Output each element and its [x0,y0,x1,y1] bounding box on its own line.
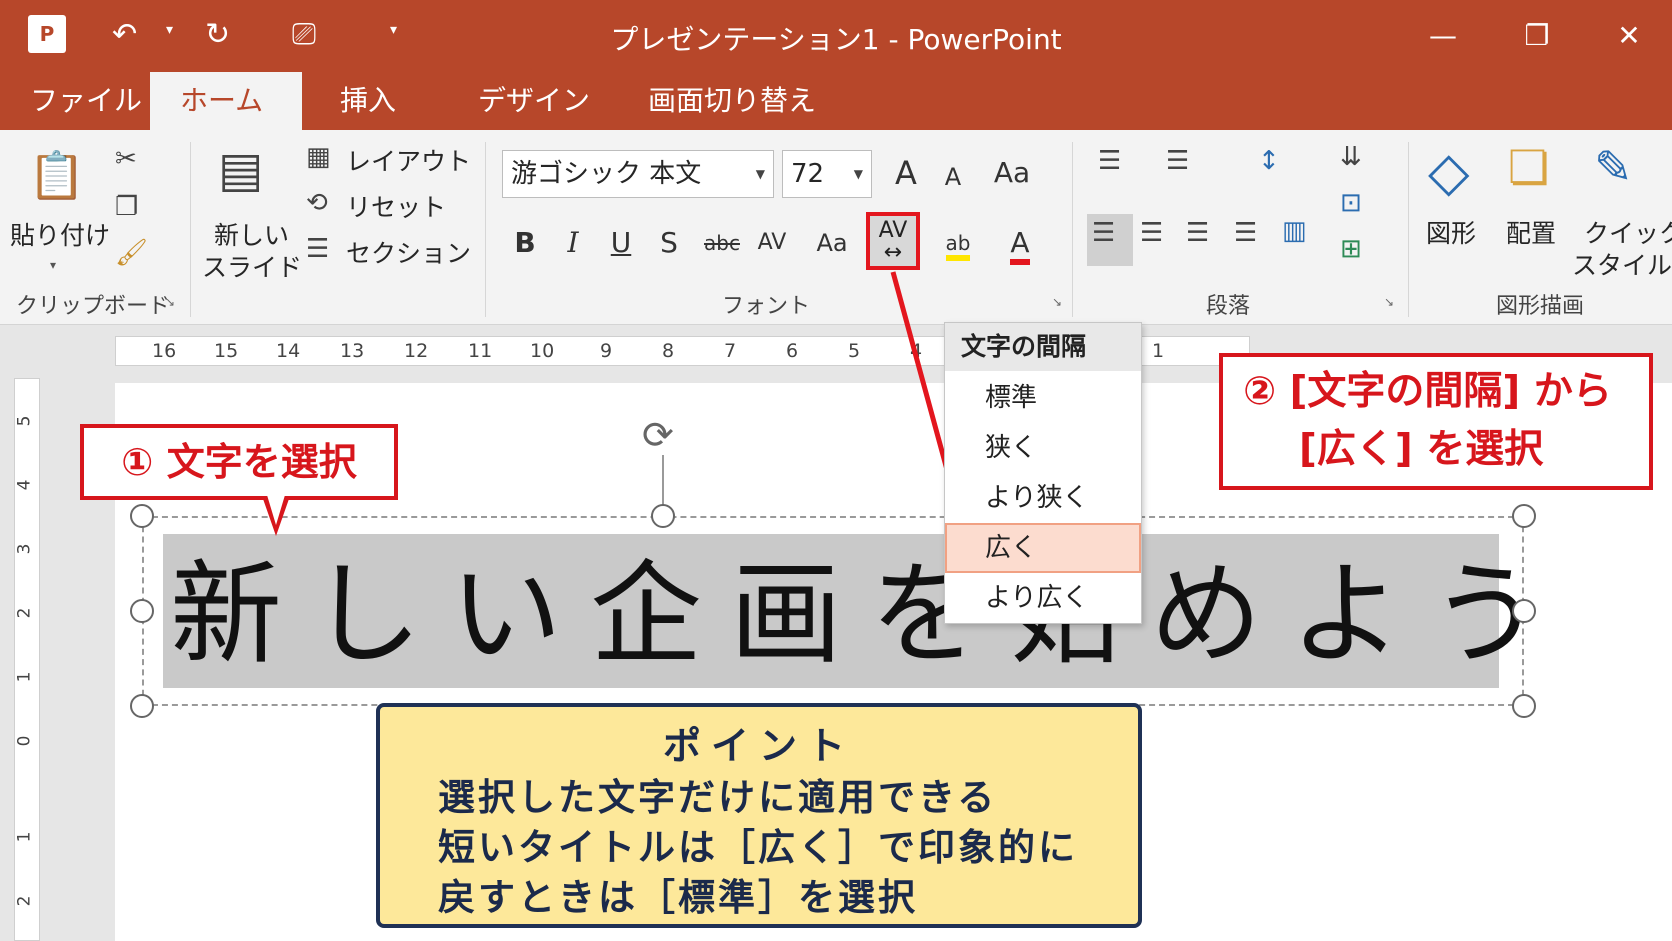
menu-item-wider[interactable]: より広く [945,573,1141,623]
menu-item-narrow[interactable]: 狭く [945,423,1141,473]
point-line-2: 短いタイトルは［広く］で印象的に [438,826,1078,869]
point-line-1: 選択した文字だけに適用できる [438,776,998,819]
menu-item-narrower[interactable]: より狭く [945,473,1141,523]
menu-item-standard[interactable]: 標準 [945,373,1141,423]
menu-header: 文字の間隔 [945,323,1141,371]
point-note-box: ポイント 選択した文字だけに適用できる 短いタイトルは［広く］で印象的に 戻すと… [376,703,1142,928]
point-title: ポイント [662,724,855,768]
menu-item-wide[interactable]: 広く [945,523,1141,573]
character-spacing-menu: 文字の間隔 標準 狭く より狭く 広く より広く [944,322,1142,624]
point-line-3: 戻すときは［標準］を選択 [438,876,918,919]
